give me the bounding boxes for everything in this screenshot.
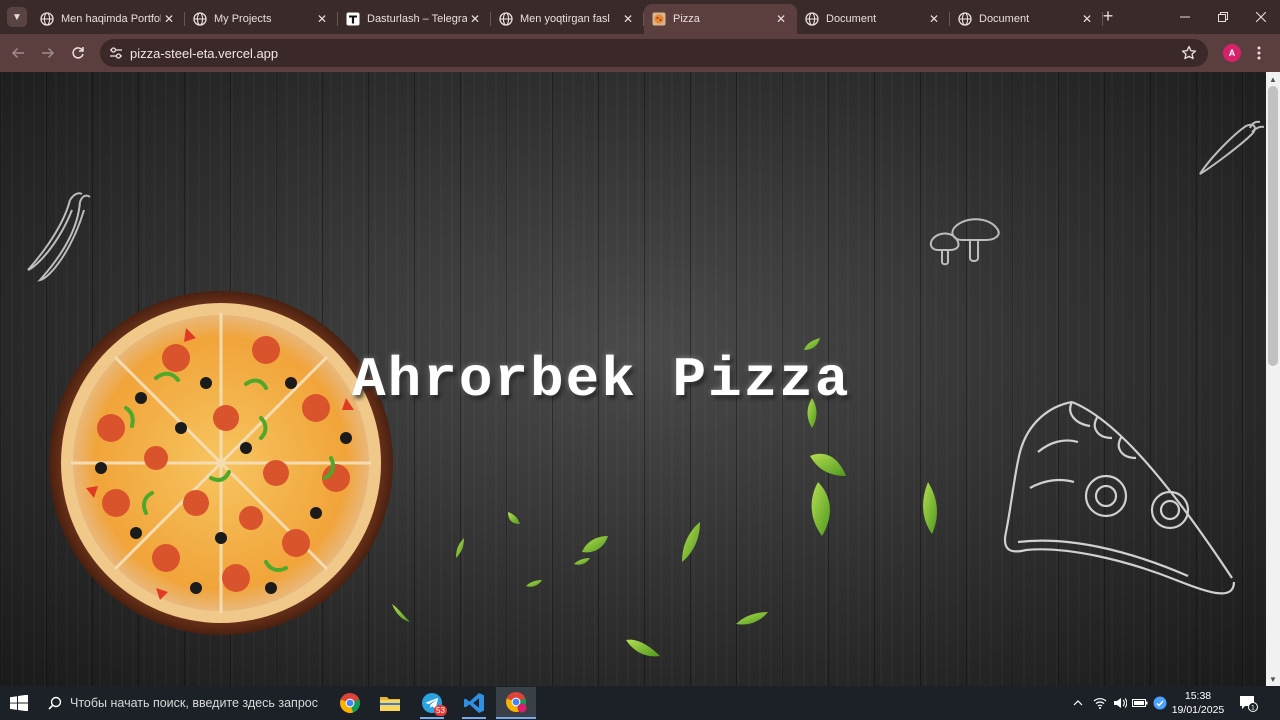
scroll-down-icon[interactable]: ▼ (1266, 672, 1280, 686)
tab-list: Men haqimda Portfolio ✕ My Projects ✕ Da… (32, 4, 1103, 34)
tab-title: Document (826, 13, 877, 25)
clock-date: 19/01/2025 (1171, 704, 1225, 716)
svg-text:1: 1 (1251, 704, 1255, 712)
close-icon[interactable]: ✕ (467, 11, 483, 27)
close-icon[interactable]: ✕ (926, 11, 942, 27)
minimize-button[interactable] (1166, 0, 1204, 34)
chevron-down-icon: ▼ (12, 11, 22, 23)
taskbar-telegram-icon[interactable]: 53 (412, 687, 452, 719)
restore-icon (1218, 12, 1228, 22)
tab-portfolio[interactable]: Men haqimda Portfolio ✕ (32, 4, 185, 34)
close-icon (1256, 12, 1266, 22)
arrow-left-icon (11, 47, 24, 59)
tab-document-1[interactable]: Document ✕ (797, 4, 950, 34)
url-text[interactable]: pizza-steel-eta.vercel.app (130, 46, 278, 61)
close-icon[interactable]: ✕ (314, 11, 330, 27)
pizza-slice-sketch-icon (1003, 400, 1236, 595)
wifi-icon[interactable] (1090, 686, 1110, 720)
pizza-icon (652, 12, 666, 26)
search-icon (40, 696, 70, 710)
reload-icon (72, 47, 84, 59)
hero-title: Ahrorbek Pizza (352, 348, 851, 412)
globe-icon (958, 12, 972, 26)
taskbar-search[interactable]: Чтобы начать поиск, введите здесь запрос (40, 686, 330, 720)
globe-icon (499, 12, 513, 26)
tab-title: Pizza (673, 13, 700, 25)
close-window-button[interactable] (1242, 0, 1280, 34)
taskbar-clock[interactable]: 15:38 19/01/2025 (1168, 689, 1228, 717)
windows-taskbar: Чтобы начать поиск, введите здесь запрос… (0, 686, 1280, 720)
tab-telegraph[interactable]: Dasturlash – Telegraph ✕ (338, 4, 491, 34)
close-icon[interactable]: ✕ (161, 11, 177, 27)
browser-toolbar: pizza-steel-eta.vercel.app A (0, 34, 1280, 72)
restore-button[interactable] (1204, 0, 1242, 34)
search-placeholder: Чтобы начать поиск, введите здесь запрос (70, 696, 318, 710)
tab-document-2[interactable]: Document ✕ (950, 4, 1103, 34)
tray-chevron-up-icon[interactable] (1068, 686, 1088, 720)
back-button[interactable] (8, 43, 28, 63)
close-icon[interactable]: ✕ (1079, 11, 1095, 27)
more-vertical-icon (1257, 46, 1261, 60)
site-settings-icon[interactable] (108, 45, 124, 61)
notification-center-icon[interactable]: 1 (1238, 694, 1258, 712)
telegram-badge: 53 (434, 705, 447, 716)
taskbar-file-explorer-icon[interactable] (370, 687, 410, 719)
arrow-right-icon (42, 47, 55, 59)
profile-avatar[interactable]: A (1223, 44, 1241, 62)
telegraph-icon (346, 12, 360, 26)
browser-menu-button[interactable] (1253, 43, 1265, 63)
globe-icon (805, 12, 819, 26)
tab-title: Document (979, 13, 1030, 25)
tab-season[interactable]: Men yoqtirgan fasl ✕ (491, 4, 644, 34)
new-tab-button[interactable]: + (1098, 7, 1118, 26)
taskbar-chrome-profile-icon[interactable] (496, 687, 536, 719)
globe-icon (193, 12, 207, 26)
forward-button[interactable] (38, 43, 58, 63)
tab-title: Dasturlash – Telegraph (367, 13, 467, 25)
pizza-image (49, 291, 393, 635)
close-icon[interactable]: ✕ (620, 11, 636, 27)
scroll-up-icon[interactable]: ▲ (1266, 72, 1280, 86)
tab-search-button[interactable]: ▼ (7, 7, 27, 27)
tab-title: My Projects (214, 13, 272, 25)
bookmark-star-icon[interactable] (1180, 44, 1198, 62)
address-bar[interactable]: pizza-steel-eta.vercel.app (100, 39, 1208, 67)
volume-icon[interactable] (1110, 686, 1130, 720)
scroll-thumb[interactable] (1268, 86, 1278, 366)
clock-time: 15:38 (1184, 690, 1212, 702)
onedrive-status-icon[interactable] (1150, 686, 1170, 720)
carrot-sketch-icon (1199, 120, 1265, 175)
tab-strip: ▼ Men haqimda Portfolio ✕ My Projects ✕ … (0, 0, 1280, 34)
mushroom-sketch-icon (929, 218, 1000, 266)
close-icon[interactable]: ✕ (773, 11, 789, 27)
globe-icon (40, 12, 54, 26)
taskbar-vscode-icon[interactable] (454, 687, 494, 719)
tab-title: Men yoqtirgan fasl (520, 13, 610, 25)
page-viewport: Ahrorbek Pizza (0, 72, 1266, 686)
taskbar-chrome-icon[interactable] (330, 687, 370, 719)
chili-sketch-icon (27, 192, 91, 282)
tab-pizza[interactable]: Pizza ✕ (644, 4, 797, 34)
reload-button[interactable] (68, 43, 88, 63)
tab-title: Men haqimda Portfolio (61, 13, 161, 25)
minimize-icon (1180, 16, 1190, 18)
windows-start-icon[interactable] (10, 695, 28, 711)
battery-icon[interactable] (1130, 686, 1150, 720)
tab-my-projects[interactable]: My Projects ✕ (185, 4, 338, 34)
page-scrollbar[interactable]: ▲ ▼ (1266, 72, 1280, 686)
